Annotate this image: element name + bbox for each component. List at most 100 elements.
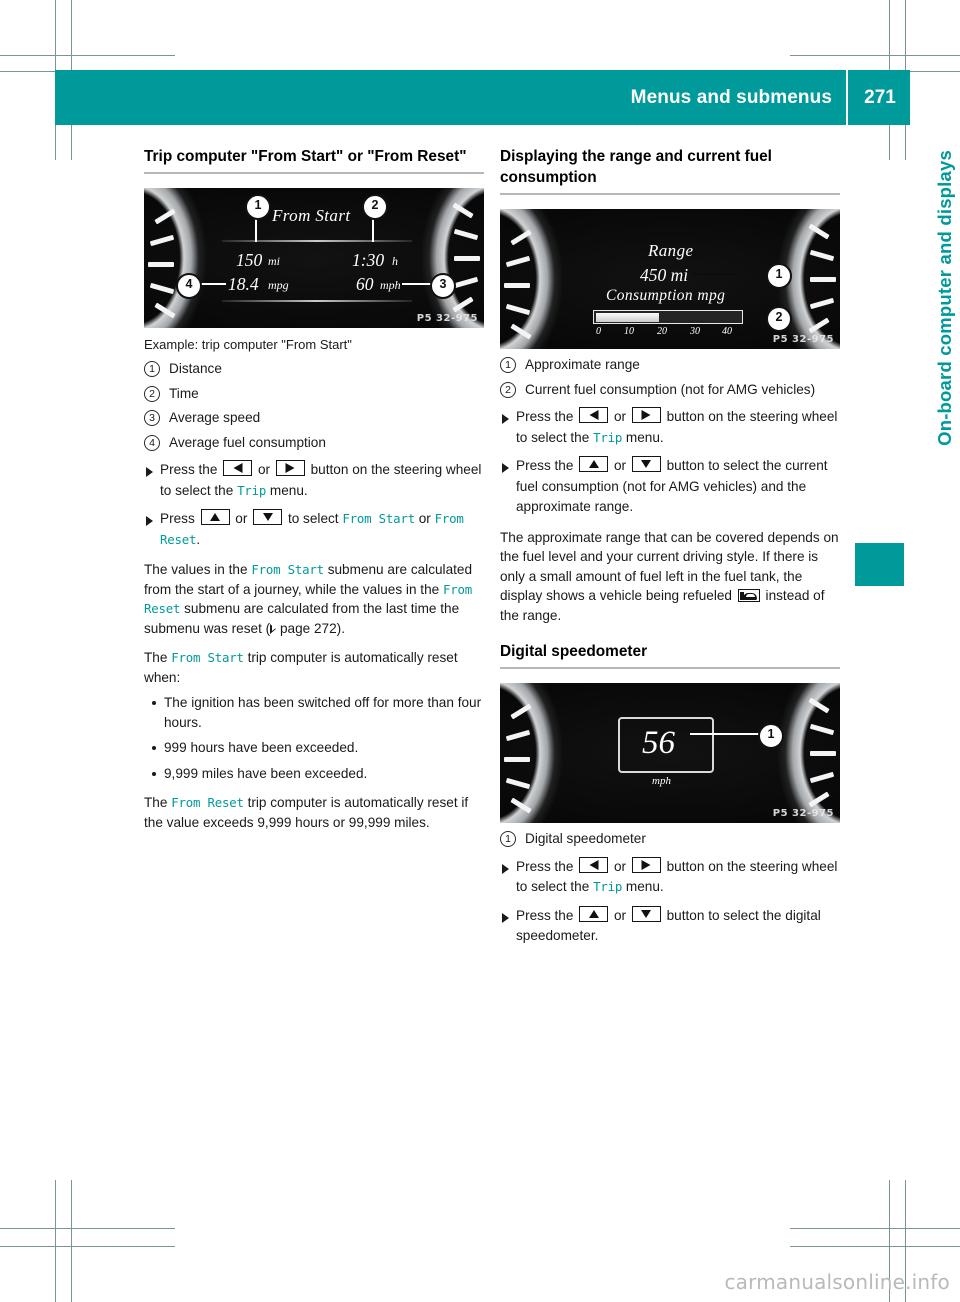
step-item: Press the or button on the steering whee… (500, 407, 840, 448)
legend-label: Time (169, 385, 199, 401)
bullet-text: The ignition has been switched off for m… (164, 695, 482, 730)
down-arrow-button-icon (631, 456, 661, 472)
paragraph-reset-rule: The From Reset trip computer is automati… (144, 793, 484, 832)
bullet-dot-icon (152, 746, 156, 750)
figure-speed-value: 56 (642, 725, 675, 761)
legend-label: Approximate range (525, 357, 640, 372)
legend-item: 1 Digital speedometer (500, 829, 840, 849)
step-item: Press the or button on the steering whee… (144, 460, 484, 501)
up-arrow-button-icon (579, 456, 609, 472)
legend-marker: 1 (500, 831, 516, 847)
right-legend-list: 1 Approximate range 2 Current fuel consu… (500, 355, 840, 399)
figure-callout-2: 2 (362, 194, 388, 220)
figure-value-speed: 60 (356, 274, 374, 294)
figure-trip-computer-from-start: From Start 150 mi 1:30 h 18.4 mpg 60 mph… (144, 188, 484, 328)
legend-marker: 4 (144, 434, 160, 451)
figure-scale-tick: 40 (722, 326, 732, 337)
page-number: 271 (864, 86, 896, 108)
speedometer-section-heading: Digital speedometer (500, 641, 840, 669)
menu-name-from-start: From Start (251, 562, 324, 577)
step-text: Press the or button on the steering whee… (516, 856, 838, 894)
figure-unit-consumption: mpg (268, 278, 289, 292)
paragraph-approximate-range: The approximate range that can be covere… (500, 528, 840, 626)
bullet-text: 999 hours have been exceeded. (164, 740, 359, 755)
left-arrow-button-icon (223, 460, 253, 476)
step-text: Press the or button to select the curren… (516, 456, 828, 514)
step-triangle-icon (502, 414, 509, 424)
step-text: Press the or button to select the digita… (516, 905, 821, 943)
figure-code: P5 32-975 (772, 808, 834, 819)
menu-name-trip: Trip (593, 879, 623, 894)
step-text: Press or to select From Start or From Re… (160, 509, 464, 547)
right-arrow-button-icon (631, 407, 661, 423)
down-arrow-button-icon (253, 509, 283, 525)
legend-label: Digital speedometer (525, 831, 646, 846)
figure-scale-tick: 30 (690, 326, 700, 337)
para-text: The (144, 650, 172, 665)
figure-consumption-bar-fill (595, 312, 659, 322)
figure-code: P5 32-975 (416, 313, 478, 324)
figure-code: P5 32-975 (772, 334, 834, 345)
para-text: The values in the (144, 562, 252, 577)
bullet-item: 999 hours have been exceeded. (144, 738, 484, 758)
paragraph-auto-reset: The From Start trip computer is automati… (144, 648, 484, 687)
figure-label-consumption: Consumption mpg (606, 287, 726, 304)
bullet-item: The ignition has been switched off for m… (144, 693, 484, 732)
legend-item: 4 Average fuel consumption (144, 433, 484, 453)
figure-range-consumption: Range 450 mi Consumption mpg 0 10 20 30 … (500, 209, 840, 349)
step-item: Press the or button to select the digita… (500, 905, 840, 947)
step-triangle-icon (146, 516, 153, 526)
legend-item: 2 Time (144, 384, 484, 404)
right-column: Displaying the range and current fuel co… (500, 146, 840, 947)
legend-label: Current fuel consumption (not for AMG ve… (525, 381, 816, 397)
figure-speed-unit: mph (652, 775, 671, 787)
legend-marker: 1 (500, 357, 516, 373)
site-watermark: carmanualsonline.info (724, 1270, 950, 1294)
auto-reset-bullet-list: The ignition has been switched off for m… (144, 693, 484, 783)
figure-label-range: Range (648, 241, 694, 260)
figure-unit-speed: mph (380, 278, 401, 292)
bullet-dot-icon (152, 771, 156, 776)
left-section-heading: Trip computer "From Start" or "From Rese… (144, 146, 484, 174)
page-title: Menus and submenus (630, 86, 832, 108)
legend-marker: 1 (144, 361, 160, 377)
left-arrow-button-icon (579, 407, 609, 423)
legend-item: 3 Average speed (144, 408, 484, 428)
up-arrow-button-icon (579, 905, 609, 922)
menu-name-from-start: From Start (171, 650, 244, 665)
legend-marker: 2 (500, 381, 516, 398)
down-arrow-button-icon (631, 905, 661, 922)
paragraph-submenu-explanation: The values in the From Start submenu are… (144, 560, 484, 638)
menu-name-from-start: From Start (342, 511, 415, 526)
figure-callout-1: 1 (758, 723, 784, 749)
figure-callout-2: 2 (766, 306, 792, 332)
figure-display-title: From Start (272, 206, 351, 225)
step-item: Press the or button to select the curren… (500, 456, 840, 518)
figure-value-time: 1:30 (352, 250, 385, 270)
page-reference-icon (270, 623, 277, 634)
figure-scale-tick: 20 (657, 326, 667, 337)
bullet-text: 9,999 miles have been exceeded. (164, 765, 368, 781)
step-triangle-icon (502, 912, 509, 923)
figure-digital-speedometer: 56 mph 1 P5 32-975 (500, 683, 840, 823)
figure-scale-tick: 10 (624, 326, 634, 337)
page-header-bar: Menus and submenus 271 (55, 70, 910, 125)
bullet-dot-icon (152, 701, 156, 705)
step-text: Press the or button on the steering whee… (516, 407, 838, 445)
menu-name-from-reset: From Reset (171, 795, 244, 810)
refuel-vehicle-icon (737, 589, 760, 602)
left-column: Trip computer "From Start" or "From Rese… (144, 146, 484, 832)
figure-consumption-bar (593, 310, 743, 324)
legend-label: Distance (169, 361, 222, 376)
figure-value-range: 450 mi (640, 265, 689, 285)
figure-unit-distance: mi (268, 254, 280, 268)
left-arrow-button-icon (579, 856, 609, 873)
figure-scale-tick: 0 (596, 326, 601, 337)
step-text: Press the or button on the steering whee… (160, 460, 482, 498)
figure-callout-3: 3 (430, 273, 456, 299)
right-section-heading: Displaying the range and current fuel co… (500, 146, 840, 195)
speedometer-legend-list: 1 Digital speedometer (500, 829, 840, 849)
step-item: Press or to select From Start or From Re… (144, 509, 484, 550)
legend-marker: 3 (144, 410, 160, 426)
figure-callout-1: 1 (766, 263, 792, 289)
